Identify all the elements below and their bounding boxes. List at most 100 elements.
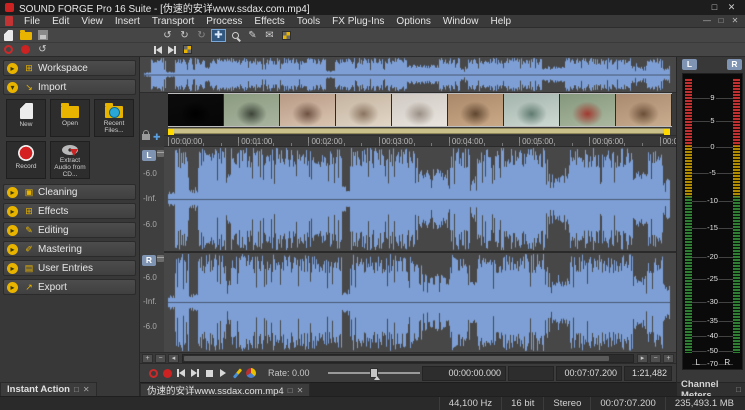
zoom-in-end-button[interactable]: + [663,354,674,363]
overview-waveform[interactable] [140,57,676,93]
stop-button[interactable] [203,367,215,379]
close-button[interactable]: ✕ [723,0,740,15]
menu-item-insert[interactable]: Insert [109,15,146,28]
chevron-right-icon[interactable]: ▸ [7,244,18,255]
meter-right-button[interactable]: R [727,59,742,70]
pin-icon[interactable]: □ [736,385,741,394]
right-channel-waveform[interactable] [164,253,676,352]
instant-action-tab[interactable]: Instant Action □ ✕ [0,382,97,396]
scrollbar-track[interactable] [182,354,634,363]
menu-item-view[interactable]: View [75,15,109,28]
sidebar-section-mastering[interactable]: ▸✐Mastering [3,241,136,257]
scroll-left-button[interactable]: ◂ [168,354,179,363]
sidebar-section-import[interactable]: ▾↘Import [3,79,136,95]
rate-slider[interactable] [328,367,420,379]
zoom-in-time-button[interactable]: + [142,354,153,363]
record-remote-button[interactable] [147,367,159,379]
snap-to-grid-button[interactable] [180,43,195,56]
float-icon[interactable]: □ [74,385,79,394]
video-thumbnail[interactable] [448,94,504,126]
play-as-cutlist-button[interactable] [231,367,243,379]
maximize-button[interactable]: □ [706,0,723,15]
chevron-right-icon[interactable]: ▸ [7,225,18,236]
child-close-button[interactable]: ✕ [728,15,742,27]
menu-item-file[interactable]: File [18,15,46,28]
open-file-button[interactable] [18,29,33,42]
sidebar-section-export[interactable]: ▸↗Export [3,279,136,295]
video-thumbnail[interactable] [392,94,448,126]
redo-button[interactable]: ↻ [177,29,192,42]
zoom-out-time-button[interactable]: − [155,354,166,363]
undo-button[interactable]: ↺ [160,29,175,42]
video-thumbnail[interactable] [560,94,616,126]
save-button[interactable] [35,29,50,42]
chevron-right-icon[interactable]: ▸ [7,282,18,293]
chevron-right-icon[interactable]: ▸ [7,263,18,274]
record-button[interactable] [161,367,173,379]
record-remote-button[interactable] [1,43,16,56]
chevron-right-icon[interactable]: ▸ [7,187,18,198]
sidebar-section-effects[interactable]: ▸⊞Effects [3,203,136,219]
edit-tool-button[interactable]: ✚ [211,29,226,42]
lock-icon[interactable] [142,134,150,140]
chevron-down-icon[interactable]: ▾ [7,82,18,93]
magnify-tool-button[interactable] [228,29,243,42]
menu-item-fx-plug-ins[interactable]: FX Plug-Ins [326,15,390,28]
child-restore-button[interactable]: □ [714,15,728,27]
chevron-right-icon[interactable]: ▸ [7,63,18,74]
go-to-end-button[interactable] [189,367,201,379]
video-thumbnail[interactable] [616,94,672,126]
menu-item-edit[interactable]: Edit [46,15,75,28]
play-button[interactable] [217,367,229,379]
repeat-button[interactable]: ↻ [194,29,209,42]
loop-mode-button[interactable] [245,367,257,379]
scroll-right-button[interactable]: ▸ [637,354,648,363]
zoom-out-end-button[interactable]: − [650,354,661,363]
left-channel-button[interactable]: L [142,150,156,161]
left-channel-minimize-button[interactable]: — [157,150,164,157]
import-recent-files-button[interactable]: Recent Files... [94,99,134,137]
add-marker-icon[interactable]: ✚ [153,132,161,142]
close-icon[interactable]: ✕ [83,385,90,394]
document-tab[interactable]: 伪速的安详www.ssdax.com.mp4 □ ✕ [140,383,310,396]
chevron-right-icon[interactable]: ▸ [7,206,18,217]
snap-toggle-button[interactable] [279,29,294,42]
video-thumbnail[interactable] [280,94,336,126]
sidebar-section-workspace[interactable]: ▸⊞Workspace [3,60,136,76]
menu-item-window[interactable]: Window [437,15,485,28]
record-button[interactable] [18,43,33,56]
menu-item-options[interactable]: Options [390,15,436,28]
meter-left-button[interactable]: L [682,59,697,70]
video-thumbnail[interactable] [168,94,224,126]
sidebar-section-cleaning[interactable]: ▸▣Cleaning [3,184,136,200]
import-record-button[interactable]: Record [6,141,46,179]
menu-item-help[interactable]: Help [484,15,517,28]
menu-item-effects[interactable]: Effects [248,15,290,28]
timeline-ruler[interactable]: 00:00:0000:01:0000:02:0000:03:0000:04:00… [164,135,676,147]
video-thumbnail[interactable] [224,94,280,126]
menu-item-transport[interactable]: Transport [146,15,200,28]
envelope-tool-button[interactable]: ✉ [262,29,277,42]
sidebar-section-user-entries[interactable]: ▸▤User Entries [3,260,136,276]
import-open-button[interactable]: Open [50,99,90,137]
channel-meters-title-bar[interactable]: Channel Meters □ [677,382,745,396]
pencil-tool-button[interactable]: ✎ [245,29,260,42]
child-minimize-button[interactable]: — [700,15,714,27]
go-to-start-button[interactable] [152,44,164,56]
menu-item-process[interactable]: Process [200,15,248,28]
go-to-start-button[interactable] [175,367,187,379]
scrollbar-thumb[interactable] [184,356,609,361]
right-channel-button[interactable]: R [142,255,156,266]
video-thumbnail[interactable] [504,94,560,126]
left-channel-waveform[interactable] [164,147,676,251]
right-channel-minimize-button[interactable]: — [157,255,164,262]
loop-selection-bar[interactable] [168,128,670,134]
video-thumbnail[interactable] [336,94,392,126]
loop-playback-button[interactable]: ↺ [35,43,50,56]
close-icon[interactable]: ✕ [297,386,304,395]
import-extract-audio-from-cd-button[interactable]: Extract Audio from CD... [50,141,90,179]
sidebar-section-editing[interactable]: ▸✎Editing [3,222,136,238]
go-to-end-button[interactable] [166,44,178,56]
import-new-button[interactable]: New [6,99,46,137]
new-file-button[interactable] [1,29,16,42]
